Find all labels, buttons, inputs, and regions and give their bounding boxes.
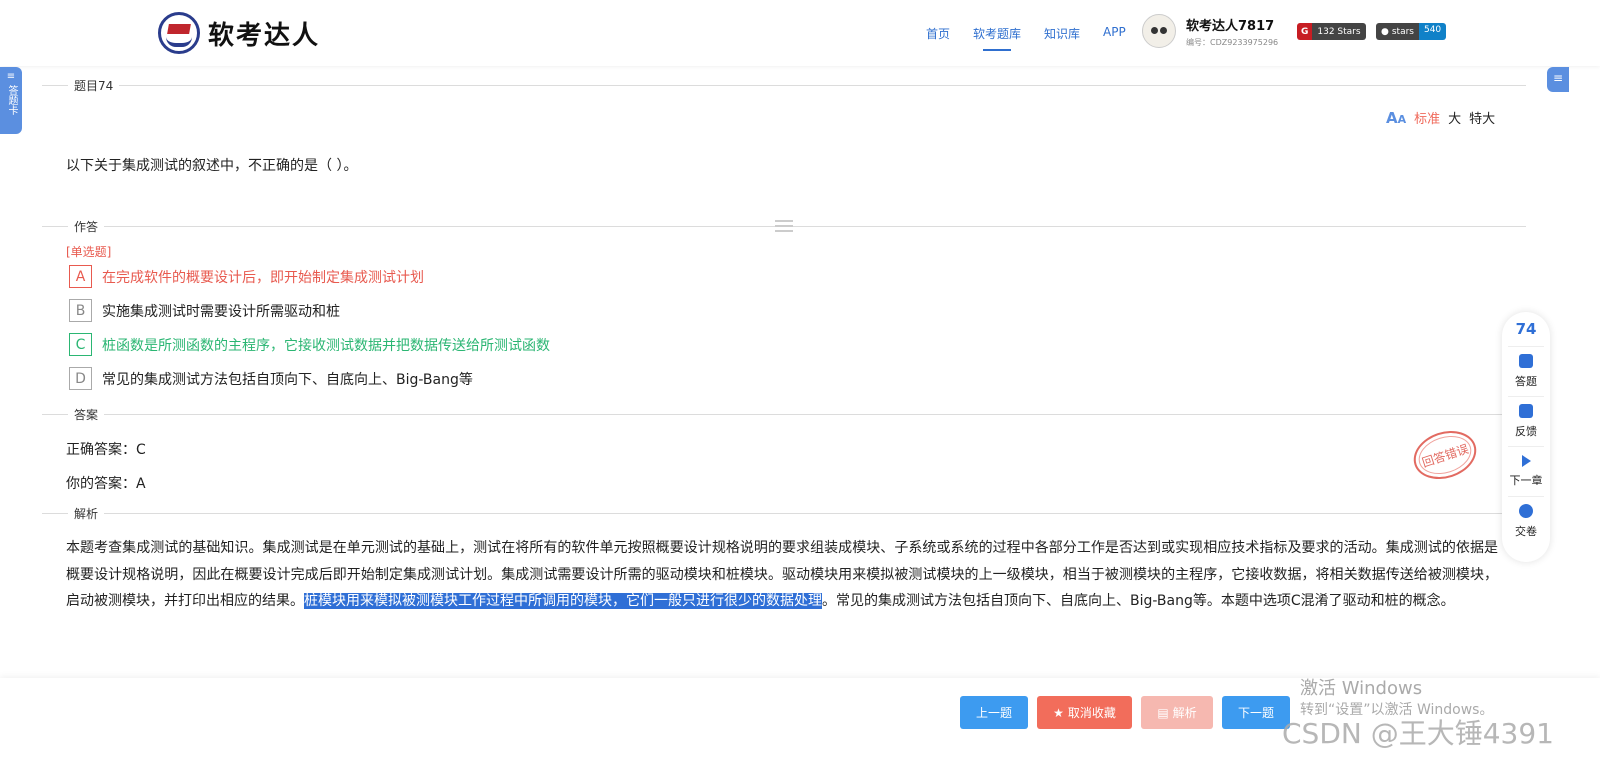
nav-knowledge-base[interactable]: 知识库	[1044, 25, 1080, 42]
prev-question-button[interactable]: 上一题	[960, 696, 1028, 729]
question-number-label: 题目74	[68, 77, 120, 94]
divider	[42, 85, 1526, 86]
github-stars-badge[interactable]: ● stars 540	[1376, 23, 1447, 40]
font-size-standard[interactable]: 标准	[1414, 108, 1440, 127]
menu-icon: ≡	[1552, 71, 1564, 85]
nav-app[interactable]: APP	[1103, 25, 1126, 42]
font-size-switcher: AA 标准 大 特大	[1386, 108, 1495, 128]
next-chapter-icon	[1521, 455, 1531, 467]
user-id: 编号：CDZ9233975296	[1186, 37, 1279, 47]
next-chapter-label: 下一章	[1509, 474, 1543, 487]
user-profile[interactable]: 软考达人7817 编号：CDZ9233975296	[1142, 14, 1278, 48]
unfav-label: 取消收藏	[1067, 706, 1116, 720]
analysis-text: 本题考查集成测试的基础知识。集成测试是在单元测试的基础上，测试在将所有的软件单元…	[66, 535, 1498, 615]
answer-card-tab[interactable]: ≡ 答题卡	[0, 67, 22, 134]
question-text: 以下关于集成测试的叙述中，不正确的是（ ）。	[66, 158, 358, 174]
main-nav: 首页 软考题库 知识库 APP	[926, 25, 1126, 51]
answer-label: 答案	[68, 406, 105, 423]
option-text: 常见的集成测试方法包括自顶向下、自底向上、Big-Bang等	[102, 371, 473, 388]
option-key: B	[69, 299, 92, 322]
logo-icon	[158, 12, 200, 54]
windows-activation-title: 激活 Windows	[1300, 678, 1423, 699]
feedback-button[interactable]: 反馈	[1508, 396, 1544, 446]
selected-text: 桩模块用来模拟被测模块工作过程中所调用的模块，它们一般只进行很少的数据处理	[304, 593, 822, 609]
font-size-xlarge[interactable]: 特大	[1469, 108, 1495, 127]
option-key: A	[69, 265, 92, 288]
divider	[42, 414, 1526, 415]
upload-icon	[1519, 504, 1533, 518]
feedback-label: 反馈	[1515, 425, 1537, 438]
logo-text: 软考达人	[208, 20, 321, 51]
wrong-answer-stamp: 回答错误	[1407, 423, 1483, 487]
gitee-icon: G	[1297, 23, 1313, 40]
prev-label: 上一题	[975, 706, 1012, 720]
answer-sheet-label: 答题	[1515, 375, 1537, 388]
option-key: C	[69, 333, 92, 356]
answer-sheet-icon	[1519, 354, 1533, 368]
floating-toolbar: 74 答题 反馈 下一章 交卷	[1502, 312, 1550, 562]
right-drawer-tab[interactable]: ≡	[1547, 67, 1569, 92]
option-a[interactable]: A 在完成软件的概要设计后，即开始制定集成测试计划	[69, 265, 424, 288]
avatar[interactable]	[1142, 14, 1176, 48]
analysis-text-part: 。常见的集成测试方法包括自顶向下、自底向上、Big-Bang等。本题中选项C混淆…	[822, 593, 1455, 609]
submit-label: 交卷	[1515, 525, 1537, 538]
answer-area-label: 作答	[68, 218, 105, 235]
option-text: 桩函数是所测函数的主程序，它接收测试数据并把数据传送给所测试函数	[102, 337, 550, 354]
gitee-stars-text: 132 Stars	[1312, 23, 1366, 40]
unfavorite-button[interactable]: ★ 取消收藏	[1037, 696, 1132, 729]
csdn-watermark: CSDN @王大锤4391	[1282, 717, 1554, 750]
analysis-btn-label: 解析	[1172, 706, 1197, 720]
your-answer: 你的答案：A	[66, 476, 146, 492]
nav-home[interactable]: 首页	[926, 25, 950, 42]
drag-handle-icon[interactable]	[775, 220, 793, 232]
answer-card-label: 答题卡	[6, 85, 17, 115]
next-label: 下一题	[1237, 706, 1274, 720]
show-analysis-button[interactable]: ▤ 解析	[1141, 696, 1213, 729]
question-counter: 74	[1515, 320, 1537, 338]
option-key: D	[69, 367, 92, 390]
next-question-button[interactable]: 下一题	[1222, 696, 1290, 729]
question-type: [单选题]	[66, 245, 112, 259]
gitee-stars-badge[interactable]: G 132 Stars	[1297, 23, 1366, 40]
feedback-icon	[1519, 404, 1533, 418]
github-stars-count: 540	[1418, 23, 1447, 40]
option-c[interactable]: C 桩函数是所测函数的主程序，它接收测试数据并把数据传送给所测试函数	[69, 333, 550, 356]
font-size-icon: AA	[1386, 108, 1407, 127]
next-chapter-button[interactable]: 下一章	[1508, 446, 1544, 496]
correct-answer: 正确答案：C	[66, 442, 146, 458]
option-b[interactable]: B 实施集成测试时需要设计所需驱动和桩	[69, 299, 340, 322]
option-text: 实施集成测试时需要设计所需驱动和桩	[102, 303, 340, 320]
github-stars-label: stars	[1391, 26, 1414, 37]
site-logo[interactable]: 软考达人	[158, 12, 320, 54]
option-d[interactable]: D 常见的集成测试方法包括自顶向下、自底向上、Big-Bang等	[69, 367, 473, 390]
top-header: 软考达人 首页 软考题库 知识库 APP 软考达人7817 编号：CDZ9233…	[0, 0, 1600, 66]
submit-button[interactable]: 交卷	[1508, 496, 1544, 546]
github-icon: ●	[1381, 26, 1389, 37]
answer-sheet-button[interactable]: 答题	[1508, 346, 1544, 396]
analysis-label: 解析	[68, 505, 105, 522]
option-text: 在完成软件的概要设计后，即开始制定集成测试计划	[102, 269, 424, 286]
stamp-text: 回答错误	[1420, 441, 1471, 470]
font-size-large[interactable]: 大	[1448, 108, 1461, 127]
document-icon: ▤	[1157, 705, 1169, 720]
nav-question-bank[interactable]: 软考题库	[973, 25, 1021, 51]
menu-icon: ≡	[6, 71, 16, 82]
star-icon: ★	[1053, 705, 1064, 720]
divider	[42, 513, 1526, 514]
user-name: 软考达人7817	[1186, 18, 1275, 34]
